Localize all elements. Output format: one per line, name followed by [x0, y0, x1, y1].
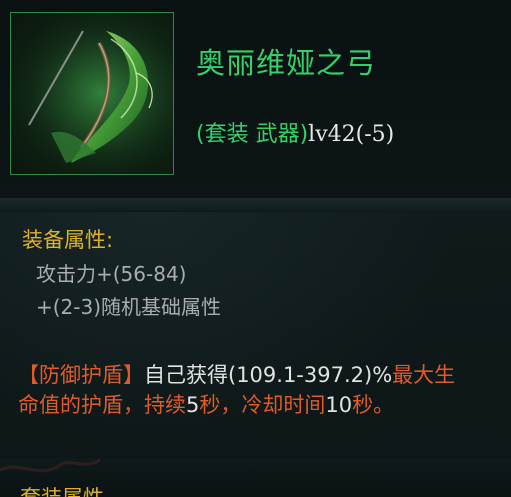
green-bow-icon	[11, 13, 173, 174]
stat-attack: 攻击力+(56-84)	[36, 262, 187, 286]
effect-text: 自己获得	[144, 363, 228, 387]
attributes-title: 装备属性:	[22, 228, 114, 252]
effect-description: 【防御护盾】自己获得(109.1-397.2)%最大生命值的护盾，持续5秒，冷却…	[18, 360, 458, 420]
section-divider	[0, 198, 511, 212]
item-icon-frame	[10, 12, 174, 175]
effect-cooldown: 10	[325, 393, 353, 417]
item-tooltip: 奥丽维娅之弓 (套装 武器)lv42(-5) 装备属性: 攻击力+(56-84)…	[0, 0, 511, 497]
effect-duration: 5	[186, 393, 200, 417]
item-level: lv42(-5)	[308, 122, 395, 147]
effect-text: 秒，冷却时间	[199, 393, 326, 417]
effect-text: 秒。	[352, 393, 395, 417]
stat-random-base: +(2-3)随机基础属性	[36, 295, 222, 319]
effect-name: 【防御护盾】	[18, 363, 144, 387]
item-set-type: (套装 武器)	[196, 122, 309, 147]
item-name: 奥丽维娅之弓	[196, 46, 377, 80]
set-attributes-title: 套装属性	[20, 482, 104, 497]
effect-value: (109.1-397.2)%	[228, 363, 393, 387]
item-type-line: (套装 武器)lv42(-5)	[196, 116, 394, 148]
